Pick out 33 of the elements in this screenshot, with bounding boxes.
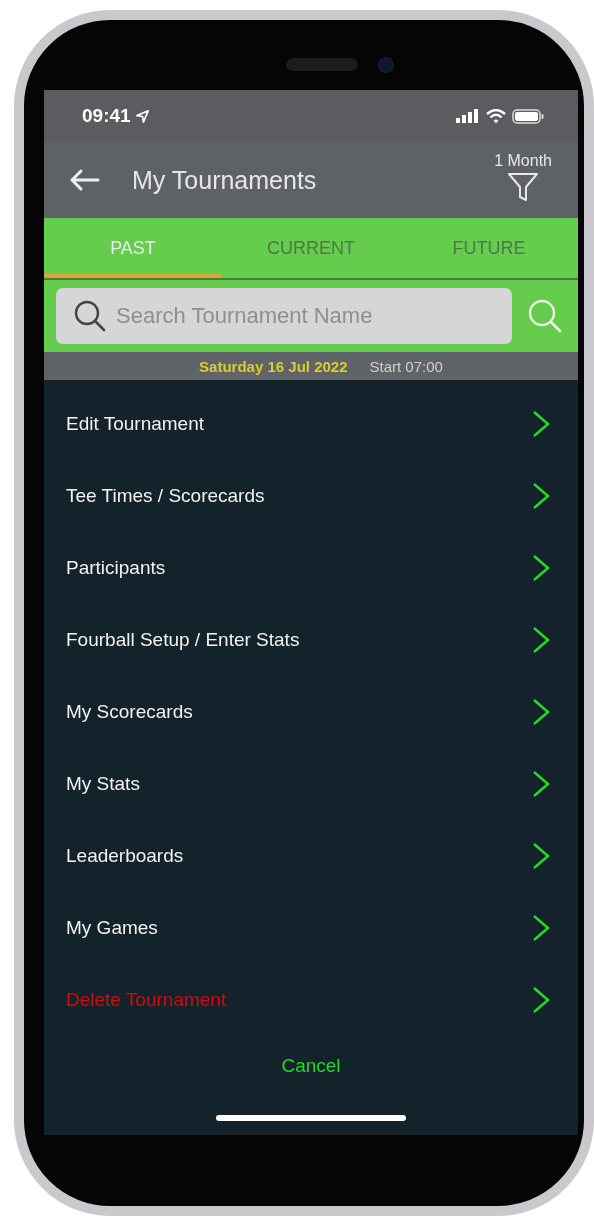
location-arrow-icon — [134, 108, 150, 124]
speaker-grille — [286, 58, 358, 71]
chevron-right-icon — [532, 626, 550, 654]
tournament-date: Saturday 16 Jul 2022 — [199, 357, 348, 375]
menu-item[interactable]: My Stats — [44, 748, 578, 820]
filter-period-label: 1 Month — [494, 152, 552, 170]
menu-item[interactable]: Edit Tournament — [44, 388, 578, 460]
menu-item[interactable]: Leaderboards — [44, 820, 578, 892]
chevron-right-icon — [532, 986, 550, 1014]
menu-item[interactable]: Participants — [44, 532, 578, 604]
chevron-right-icon — [532, 842, 550, 870]
search-field[interactable]: Search Tournament Name — [56, 288, 512, 344]
camera-lens — [378, 57, 394, 73]
cancel-button[interactable]: Cancel — [281, 1055, 341, 1077]
search-icon — [72, 298, 108, 334]
tournament-start-time: Start 07:00 — [369, 357, 443, 375]
menu-item[interactable]: Tee Times / Scorecards — [44, 460, 578, 532]
menu-item[interactable]: Fourball Setup / Enter Stats — [44, 604, 578, 676]
menu-item[interactable]: My Scorecards — [44, 676, 578, 748]
chevron-right-icon — [532, 410, 550, 438]
chevron-right-icon — [532, 698, 550, 726]
filter-icon[interactable] — [507, 172, 540, 202]
battery-icon — [512, 108, 544, 124]
chevron-right-icon — [532, 482, 550, 510]
status-time: 09:41 — [82, 105, 131, 127]
chevron-right-icon — [532, 554, 550, 582]
back-arrow-icon[interactable] — [68, 168, 100, 192]
signal-icon — [456, 109, 480, 123]
chevron-right-icon — [532, 914, 550, 942]
chevron-right-icon — [532, 770, 550, 798]
menu-item[interactable]: My Games — [44, 892, 578, 964]
wifi-icon — [486, 108, 506, 124]
screen-title: My Tournaments — [132, 165, 318, 195]
